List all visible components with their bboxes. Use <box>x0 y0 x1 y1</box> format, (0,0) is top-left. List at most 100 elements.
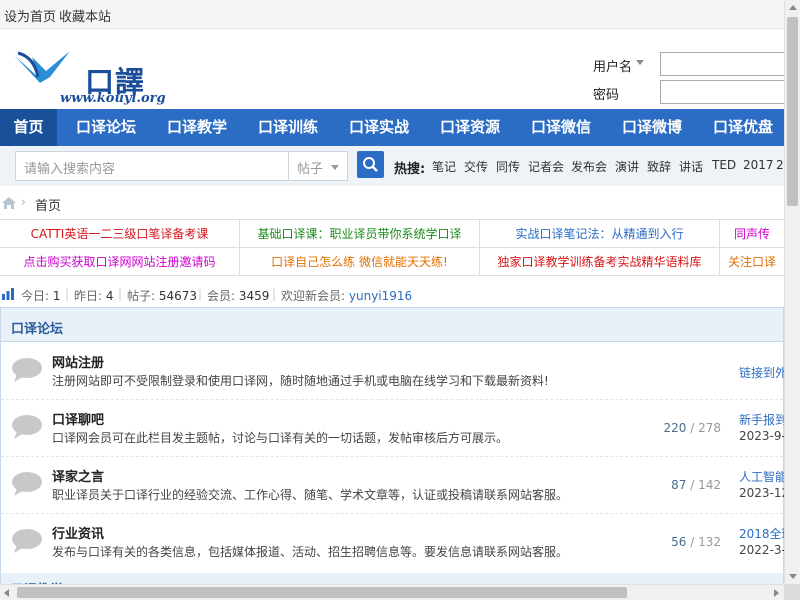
forum-row[interactable]: 网站注册 注册网站即可不受限制登录和使用口译网，随时随地通过手机或电脑在线学习和… <box>1 343 787 400</box>
promo-link[interactable]: 独家口译教学训练备考实战精华语料库 <box>480 248 720 276</box>
site-logo[interactable]: 口譯網 www.kouyi.org <box>12 45 166 141</box>
promo-link[interactable]: 点击购买获取口译网网站注册邀请码 <box>0 248 240 276</box>
chevron-down-icon <box>331 165 339 170</box>
hot-keyword[interactable]: 2017 <box>743 158 774 172</box>
today-count: 1 <box>52 289 61 303</box>
promo-link[interactable]: 口译自己怎么练 微信就能天天练! <box>240 248 480 276</box>
forum-row[interactable]: 口译聊吧 口译网会员可在此栏目发主题帖，讨论与口译有关的一切话题，发帖审核后方可… <box>1 400 793 457</box>
promo-link[interactable]: 同声传 <box>720 220 784 248</box>
username-label: 用户名 <box>593 60 633 75</box>
top-bar: 设为首页 收藏本站 <box>0 0 784 29</box>
nav-item-usb[interactable]: 口译优盘 <box>703 109 783 146</box>
hot-keyword[interactable]: 2 <box>776 158 784 172</box>
scroll-left-icon[interactable] <box>4 589 9 597</box>
nav-item-wechat[interactable]: 口译微信 <box>521 109 601 146</box>
forum-title-link[interactable]: 口译聊吧 <box>52 409 104 428</box>
forum-description: 发布与口译有关的各类信息，包括媒体报道、活动、招生招聘信息等。要发信息请联系网站… <box>52 545 569 559</box>
breadcrumb-separator: › <box>21 195 26 209</box>
bookmark-link[interactable]: 收藏本站 <box>59 6 111 25</box>
scrollbar-thumb[interactable] <box>787 17 798 206</box>
hot-keyword[interactable]: 演讲 <box>615 158 639 175</box>
hot-search-label: 热搜: <box>394 162 426 177</box>
external-link[interactable]: 链接到外 <box>739 364 787 381</box>
hot-keyword[interactable]: 致辞 <box>647 158 671 175</box>
thread-count: 56 <box>671 535 687 549</box>
search-bar: 请输入搜索内容 帖子 热搜: 笔记 交传 同传 记者会 发布会 演讲 致辞 讲话… <box>0 146 784 186</box>
forum-title-link[interactable]: 行业资讯 <box>52 523 104 542</box>
set-home-link[interactable]: 设为首页 <box>4 6 56 25</box>
hot-keyword[interactable]: 同传 <box>496 158 520 175</box>
hot-keyword[interactable]: 发布会 <box>571 158 607 175</box>
post-count: 132 <box>698 535 721 549</box>
nav-item-resources[interactable]: 口译资源 <box>430 109 510 146</box>
hot-keyword[interactable]: 交传 <box>464 158 488 175</box>
thread-count: 220 <box>663 421 687 435</box>
hot-keyword[interactable]: TED <box>712 158 736 172</box>
forum-section: 口译论坛 网站注册 注册网站即可不受限制登录和使用口译网，随时随地通过手机或电脑… <box>0 307 794 600</box>
chevron-down-icon[interactable] <box>636 60 644 65</box>
scroll-down-icon[interactable] <box>789 574 797 579</box>
count-separator: / <box>690 535 695 549</box>
logo-bird-icon <box>14 51 70 83</box>
welcome-label: 欢迎新会员: <box>281 289 346 303</box>
breadcrumb <box>0 186 784 219</box>
forum-description: 注册网站即可不受限制登录和使用口译网，随时随地通过手机或电脑在线学习和下载最新资… <box>52 374 549 388</box>
password-input[interactable] <box>660 80 784 104</box>
chart-icon <box>2 288 14 300</box>
scrollbar-thumb[interactable] <box>17 587 627 598</box>
stats-separator: | <box>198 287 203 301</box>
stats-separator: | <box>118 287 123 301</box>
posts-count: 54673 <box>158 289 198 303</box>
thread-count: 87 <box>671 478 687 492</box>
horizontal-scrollbar[interactable] <box>0 584 784 600</box>
promo-link[interactable]: 基础口译课：职业译员带你系统学口译 <box>240 220 480 248</box>
thread-post-count: 87 / 142 <box>671 478 721 492</box>
forum-row[interactable]: 译家之言 职业译员关于口译行业的经验交流、工作心得、随笔、学术文章等，认证或投稿… <box>1 457 789 514</box>
promo-links: CATTI英语一二三级口笔译备考课 基础口译课：职业译员带你系统学口译 实战口译… <box>0 219 784 276</box>
username-input[interactable] <box>660 52 784 76</box>
hot-keyword[interactable]: 讲话 <box>679 158 703 175</box>
last-post-link[interactable]: 人工智能 <box>739 468 787 485</box>
scroll-right-icon[interactable] <box>774 589 779 597</box>
header: 口譯網 www.kouyi.org 用户名 密码 <box>0 29 784 141</box>
stats-separator: | <box>272 287 277 301</box>
scrollbar-corner <box>784 584 800 600</box>
nav-item-training[interactable]: 口译训练 <box>248 109 328 146</box>
forum-row[interactable]: 行业资讯 发布与口译有关的各类信息，包括媒体报道、活动、招生招聘信息等。要发信息… <box>1 514 794 571</box>
forum-bubble-icon <box>12 529 42 553</box>
forum-bubble-icon <box>12 358 42 382</box>
section-title: 口译论坛 <box>11 322 64 337</box>
breadcrumb-current[interactable]: 首页 <box>35 195 61 214</box>
section-header[interactable]: 口译论坛 <box>1 308 783 342</box>
site-stats: 今日: 1 | 昨日: 4 | 帖子: 54673 | 会员: 3459 | 欢… <box>0 283 784 305</box>
nav-item-weibo[interactable]: 口译微博 <box>612 109 692 146</box>
promo-link[interactable]: 关注口译 <box>720 248 784 276</box>
thread-post-count: 220 / 278 <box>663 421 721 435</box>
forum-title-link[interactable]: 译家之言 <box>52 466 104 485</box>
search-type-select[interactable]: 帖子 <box>288 151 348 181</box>
promo-link[interactable]: CATTI英语一二三级口笔译备考课 <box>0 220 240 248</box>
nav-item-teaching[interactable]: 口译教学 <box>157 109 237 146</box>
post-count: 142 <box>698 478 721 492</box>
home-icon[interactable] <box>1 196 17 210</box>
last-post-link[interactable]: 新手报到 <box>739 411 787 428</box>
hot-keyword[interactable]: 笔记 <box>432 158 456 175</box>
members-count: 3459 <box>238 289 270 303</box>
search-input[interactable]: 请输入搜索内容 <box>15 151 288 181</box>
promo-link[interactable]: 实战口译笔记法：从精通到入行 <box>480 220 720 248</box>
nav-item-practice[interactable]: 口译实战 <box>339 109 419 146</box>
password-label: 密码 <box>593 88 620 103</box>
nav-item-forum[interactable]: 口译论坛 <box>66 109 146 146</box>
newest-member-link[interactable]: yunyi1916 <box>349 289 412 303</box>
hot-keyword[interactable]: 记者会 <box>528 158 564 175</box>
vertical-scrollbar[interactable] <box>784 0 800 584</box>
scroll-up-icon[interactable] <box>789 5 797 10</box>
count-separator: / <box>690 421 695 435</box>
nav-item-home[interactable]: 首页 <box>0 109 57 146</box>
forum-description: 职业译员关于口译行业的经验交流、工作心得、随笔、学术文章等，认证或投稿请联系网站… <box>52 488 569 502</box>
yesterday-label: 昨日: <box>74 289 103 303</box>
search-button[interactable] <box>357 151 384 178</box>
forum-bubble-icon <box>12 472 42 496</box>
forum-title-link[interactable]: 网站注册 <box>52 352 104 371</box>
logo-url: www.kouyi.org <box>60 91 166 106</box>
